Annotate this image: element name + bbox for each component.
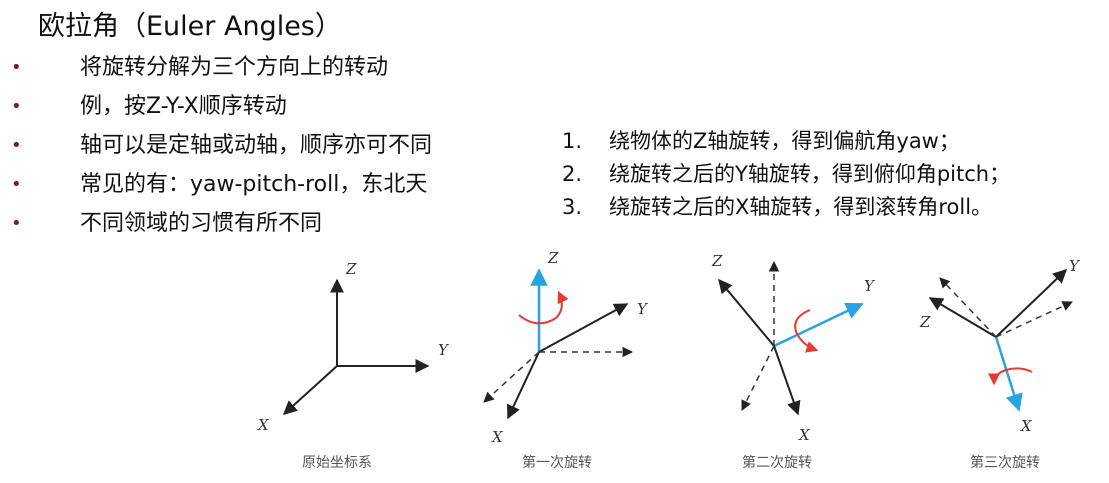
rotation-arrow-icon: [518, 290, 569, 325]
diagram-caption: 原始坐标系: [302, 455, 372, 471]
y-axis-label: Y: [864, 277, 876, 295]
y-axis: [538, 303, 629, 353]
x-axis-label: X: [257, 416, 270, 434]
diagram-caption: 第三次旋转: [970, 454, 1040, 471]
z-axis-label: Z: [345, 260, 357, 278]
previous-x-dashed: [741, 345, 775, 411]
y-axis-label: Y: [1069, 257, 1081, 275]
original-frame-diagram: Z Y X 原始坐标系: [257, 260, 450, 471]
first-rotation-diagram: Z Y X 第一次旋转: [483, 249, 649, 471]
y-axis: [995, 269, 1068, 338]
diagram-caption: 第一次旋转: [522, 454, 592, 471]
second-rotation-diagram: Z Y X 第二次旋转: [711, 252, 876, 471]
y-axis-highlight: [773, 302, 864, 348]
diagram-caption: 第二次旋转: [742, 454, 812, 471]
rotation-arrow-icon: [988, 367, 1033, 386]
z-axis-label: Z: [547, 249, 559, 267]
x-axis-label: X: [491, 428, 504, 446]
previous-z-dashed: [939, 277, 997, 338]
euler-rotation-diagrams: Z Y X 原始坐标系 Z Y X 第一次旋转 Z Y X 第二次旋转 Z Y …: [257, 249, 1081, 471]
y-axis-label: Y: [637, 300, 649, 318]
z-axis: [718, 278, 775, 347]
z-axis: [928, 297, 997, 338]
original-x-dashed: [483, 351, 540, 403]
x-axis-label: X: [798, 426, 811, 444]
x-axis: [507, 351, 540, 420]
z-axis-label: Z: [919, 313, 931, 331]
third-rotation-diagram: Z Y X 第三次旋转: [919, 257, 1081, 471]
x-axis-label: X: [1020, 417, 1033, 435]
x-axis: [282, 365, 338, 415]
x-axis: [773, 345, 801, 416]
z-axis-label: Z: [711, 252, 723, 270]
y-axis-label: Y: [438, 341, 450, 359]
previous-y-dashed: [995, 301, 1073, 338]
